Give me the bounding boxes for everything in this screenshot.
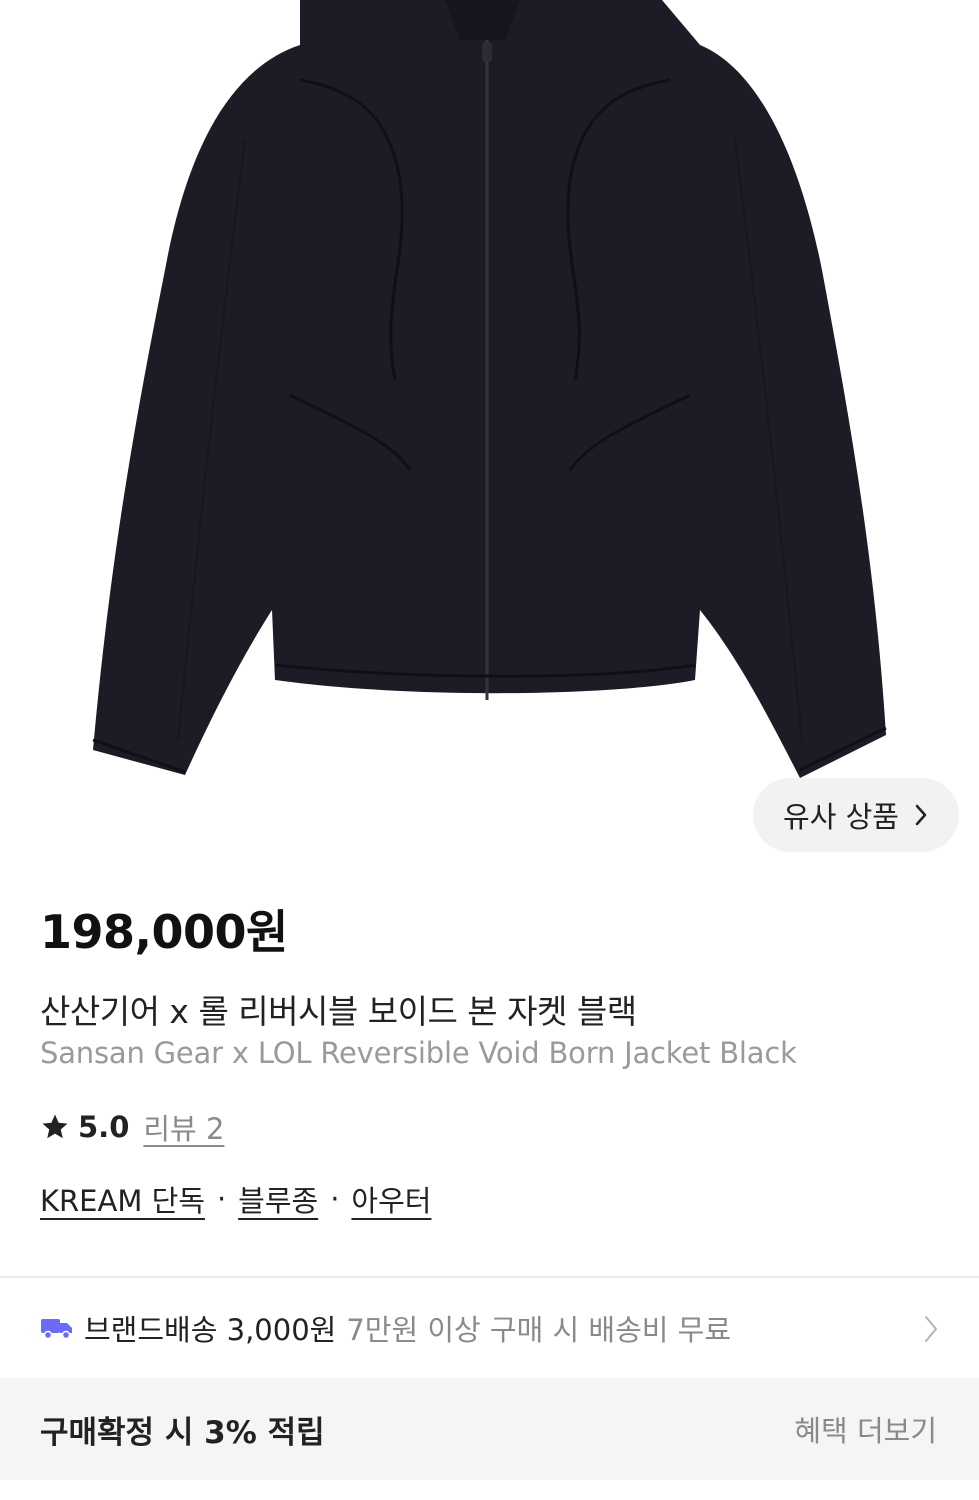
product-image (0, 0, 979, 870)
tag-separator: · (330, 1182, 340, 1216)
shipping-description: 7만원 이상 구매 시 배송비 무료 (346, 1313, 732, 1347)
benefit-row: 구매확정 시 3% 적립 혜택 더보기 (0, 1378, 979, 1480)
similar-products-button[interactable]: 유사 상품 (753, 778, 959, 852)
similar-products-label: 유사 상품 (783, 800, 899, 834)
tag-outer[interactable]: 아우터 (351, 1178, 431, 1220)
category-tags: KREAM 단독 · 블루종 · 아우터 (40, 1178, 431, 1220)
shipping-label: 브랜드배송 3,000원 (84, 1313, 337, 1347)
rating-row: 5.0 리뷰 2 (40, 1106, 224, 1148)
jacket-illustration (92, 0, 887, 778)
tag-kream-exclusive[interactable]: KREAM 단독 (40, 1178, 205, 1220)
bottom-spacer (0, 1480, 979, 1500)
shipping-info-row[interactable]: 브랜드배송 3,000원 7만원 이상 구매 시 배송비 무료 (0, 1278, 979, 1378)
star-icon (42, 1114, 68, 1139)
tag-blouson[interactable]: 블루종 (238, 1178, 318, 1220)
chevron-right-icon (925, 1316, 937, 1342)
product-name-english: Sansan Gear x LOL Reversible Void Born J… (40, 1036, 797, 1070)
tag-separator: · (216, 1182, 227, 1216)
product-price: 198,000원 (40, 905, 288, 959)
product-name-korean: 산산기어 x 롤 리버시블 보이드 본 자켓 블랙 (40, 992, 637, 1031)
benefit-title: 구매확정 시 3% 적립 (40, 1414, 325, 1451)
truck-icon (41, 1319, 72, 1340)
rating-score: 5.0 (78, 1110, 130, 1144)
chevron-right-icon (915, 804, 927, 826)
benefit-more-link[interactable]: 혜택 더보기 (794, 1408, 937, 1450)
review-link[interactable]: 리뷰 2 (143, 1106, 224, 1148)
